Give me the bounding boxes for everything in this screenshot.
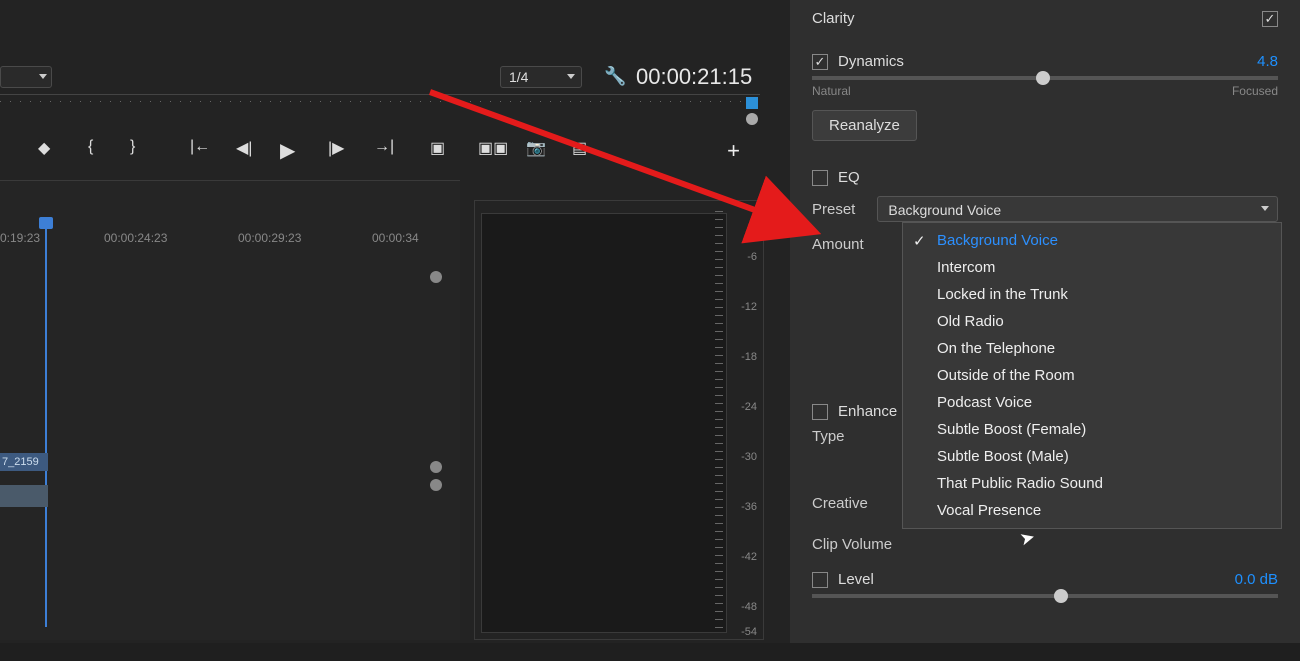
meter-label: -48 [741, 601, 757, 613]
preset-option-intercom[interactable]: Intercom [903, 254, 1281, 281]
slider-label-natural: Natural [812, 84, 851, 98]
audio-meter-panel: -6 -12 -18 -24 -30 -36 -42 -48 -54 [474, 200, 764, 640]
scroll-handle-icon[interactable] [430, 461, 442, 473]
preset-selected-value: Background Voice [888, 202, 1001, 218]
dynamics-label: Dynamics [838, 53, 904, 70]
transport-controls: ◆ { } |← ◀| ▶ |▶ →| ▣ ▣▣ 📷 ▤ + [0, 138, 760, 172]
clarity-section-label: Clarity [812, 10, 855, 27]
enhance-label: Enhance [838, 403, 897, 420]
meter-label: -18 [741, 351, 757, 363]
audio-clip-waveform[interactable] [0, 485, 48, 507]
timeline-playhead-timecode[interactable]: 0:19:23 [0, 231, 40, 245]
zoom-handle-icon[interactable] [746, 113, 758, 125]
timeline-vertical-scroll[interactable] [430, 261, 442, 661]
preset-option-outside-of-the-room[interactable]: Outside of the Room [903, 362, 1281, 389]
video-clip[interactable]: 7_2159 [0, 453, 48, 471]
out-marker-icon[interactable] [746, 97, 758, 109]
dynamics-slider[interactable] [812, 76, 1278, 80]
preset-option-subtle-boost-male[interactable]: Subtle Boost (Male) [903, 443, 1281, 470]
step-back-icon[interactable]: ◀| [236, 138, 252, 158]
meter-label: -42 [741, 551, 757, 563]
timeline-ruler[interactable]: 0:19:23 00:00:24:23 00:00:29:23 00:00:34 [0, 231, 440, 251]
button-editor-plus-icon[interactable]: + [727, 138, 740, 164]
timeline-tick: 00:00:34 [372, 231, 419, 245]
export-frame-icon[interactable]: 📷 [526, 138, 546, 158]
preset-option-vocal-presence[interactable]: Vocal Presence [903, 497, 1281, 524]
timeline-panel: 0:19:23 00:00:24:23 00:00:29:23 00:00:34… [0, 180, 460, 640]
chevron-down-icon [1261, 206, 1269, 211]
eq-label: EQ [838, 169, 860, 186]
dynamics-checkbox[interactable] [812, 54, 828, 70]
add-marker-icon[interactable]: ◆ [38, 138, 50, 158]
scroll-handle-icon[interactable] [430, 271, 442, 283]
preset-option-old-radio[interactable]: Old Radio [903, 308, 1281, 335]
meter-label: -54 [741, 626, 757, 638]
go-to-out-icon[interactable]: →| [374, 138, 394, 156]
reanalyze-button[interactable]: Reanalyze [812, 110, 917, 141]
preset-dropdown[interactable]: Background Voice [877, 196, 1278, 222]
scroll-handle-icon[interactable] [430, 479, 442, 491]
extract-icon[interactable]: ▣▣ [478, 138, 508, 158]
playhead[interactable] [45, 227, 47, 627]
program-top-bar: 1/4 🔧 00:00:21:15 [0, 60, 790, 94]
audio-meter-display [481, 213, 727, 633]
step-forward-icon[interactable]: |▶ [328, 138, 344, 158]
level-checkbox[interactable] [812, 572, 828, 588]
program-timecode[interactable]: 00:00:21:15 [636, 64, 752, 90]
timeline-tick: 00:00:24:23 [104, 231, 167, 245]
preset-row: Preset Background Voice Background Voice… [812, 196, 1278, 222]
clip-volume-section-label: Clip Volume [812, 536, 1278, 553]
preset-option-subtle-boost-female[interactable]: Subtle Boost (Female) [903, 416, 1281, 443]
preset-dropdown-list: Background Voice Intercom Locked in the … [902, 222, 1282, 529]
program-ruler[interactable] [0, 94, 760, 124]
creative-section-label: Creative [812, 495, 868, 512]
meter-label: -36 [741, 501, 757, 513]
resolution-dropdown[interactable] [0, 66, 52, 88]
chevron-down-icon [39, 74, 47, 79]
meter-label: -12 [741, 301, 757, 313]
preset-label: Preset [812, 201, 855, 218]
preset-option-podcast-voice[interactable]: Podcast Voice [903, 389, 1281, 416]
lift-icon[interactable]: ▣ [430, 138, 445, 158]
timeline-tick: 00:00:29:23 [238, 231, 301, 245]
preset-option-on-the-telephone[interactable]: On the Telephone [903, 335, 1281, 362]
zoom-value: 1/4 [509, 69, 528, 85]
enhance-checkbox[interactable] [812, 404, 828, 420]
go-to-in-icon[interactable]: |← [190, 138, 210, 156]
slider-thumb-icon[interactable] [1054, 589, 1068, 603]
comparison-view-icon[interactable]: ▤ [572, 138, 587, 158]
meter-tick-marks [715, 211, 723, 631]
slider-thumb-icon[interactable] [1036, 71, 1050, 85]
chevron-down-icon [567, 74, 575, 79]
essential-sound-panel: Clarity Dynamics 4.8 Natural Focused Rea… [790, 0, 1300, 643]
mark-in-icon[interactable]: { [88, 138, 93, 156]
level-value[interactable]: 0.0 dB [1235, 571, 1278, 588]
mark-out-icon[interactable]: } [130, 138, 135, 156]
zoom-dropdown[interactable]: 1/4 [500, 66, 582, 88]
clarity-checkbox[interactable] [1262, 11, 1278, 27]
meter-label: -30 [741, 451, 757, 463]
meter-label: -24 [741, 401, 757, 413]
meter-label: -6 [747, 251, 757, 263]
eq-checkbox[interactable] [812, 170, 828, 186]
settings-wrench-icon[interactable]: 🔧 [604, 66, 626, 87]
slider-label-focused: Focused [1232, 84, 1278, 98]
preset-option-that-public-radio-sound[interactable]: That Public Radio Sound [903, 470, 1281, 497]
play-icon[interactable]: ▶ [280, 138, 295, 163]
program-and-timeline-area: 1/4 🔧 00:00:21:15 ◆ { } |← ◀| ▶ |▶ →| ▣ … [0, 0, 790, 643]
level-slider[interactable] [812, 594, 1278, 598]
preset-option-background-voice[interactable]: Background Voice [903, 227, 1281, 254]
level-label: Level [838, 571, 874, 588]
dynamics-value[interactable]: 4.8 [1257, 53, 1278, 70]
preset-option-locked-in-the-trunk[interactable]: Locked in the Trunk [903, 281, 1281, 308]
